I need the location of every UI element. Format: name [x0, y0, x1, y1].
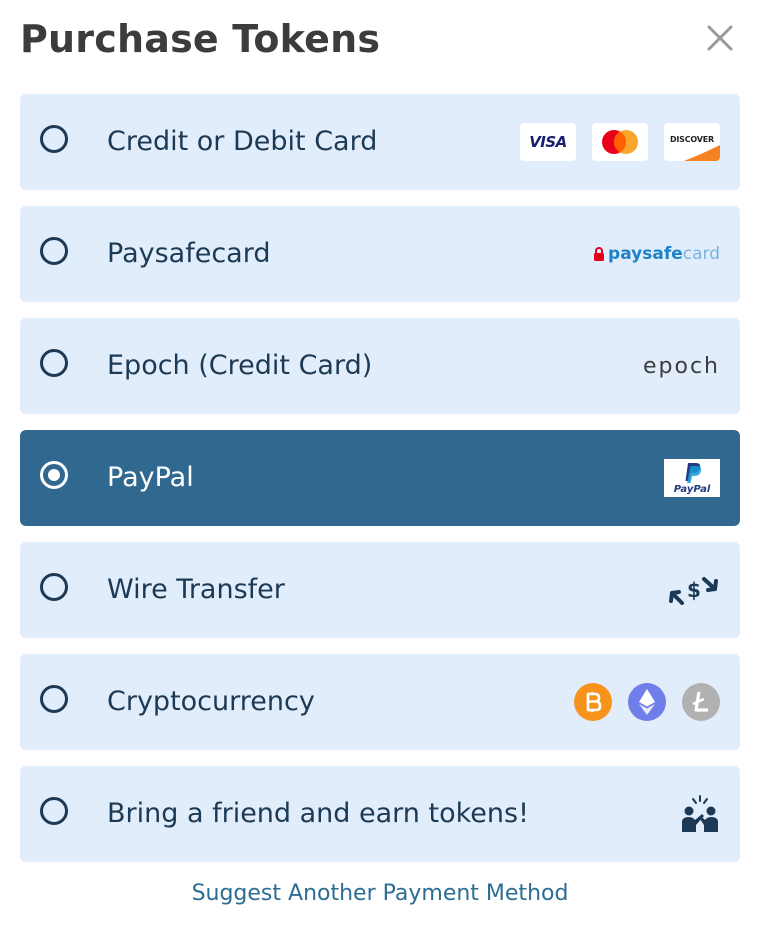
payment-option-label: Cryptocurrency	[107, 686, 315, 717]
dialog-title: Purchase Tokens	[20, 17, 381, 61]
radio-button[interactable]	[40, 573, 68, 601]
radio-button[interactable]	[40, 237, 68, 265]
payment-option-wire-transfer[interactable]: Wire Transfer $	[20, 542, 740, 638]
payment-option-label: Bring a friend and earn tokens!	[107, 798, 529, 829]
payment-logos: VISA DISCOVER	[520, 94, 720, 190]
payment-method-list: Credit or Debit Card VISA DISCOVER Paysa…	[20, 94, 740, 878]
paypal-logo-text: PayPal	[673, 484, 711, 495]
payment-option-label: Paysafecard	[107, 238, 271, 269]
epoch-logo: epoch	[643, 353, 720, 379]
payment-option-bring-a-friend[interactable]: Bring a friend and earn tokens!	[20, 766, 740, 862]
mastercard-circles-icon	[602, 130, 638, 154]
bitcoin-symbol-icon	[586, 692, 602, 712]
payment-logos	[574, 654, 720, 750]
visa-logo-text: VISA	[529, 133, 567, 151]
radio-button[interactable]	[40, 685, 68, 713]
payment-logos: PayPal	[664, 430, 720, 526]
payment-logos: paysafe card	[593, 206, 720, 302]
payment-option-paysafecard[interactable]: Paysafecard paysafe card	[20, 206, 740, 302]
referral-friends-icon	[682, 795, 718, 832]
payment-option-credit-card[interactable]: Credit or Debit Card VISA DISCOVER	[20, 94, 740, 190]
litecoin-icon	[682, 683, 720, 721]
payment-logos: epoch	[643, 318, 720, 414]
payment-logos	[680, 766, 720, 862]
radio-button[interactable]	[40, 797, 68, 825]
close-button[interactable]	[700, 18, 740, 58]
close-icon[interactable]	[700, 18, 740, 58]
padlock-icon	[594, 247, 605, 261]
litecoin-symbol-icon	[692, 691, 708, 712]
payment-option-cryptocurrency[interactable]: Cryptocurrency	[20, 654, 740, 750]
suggest-payment-method-link[interactable]: Suggest Another Payment Method	[0, 878, 760, 910]
ethereum-symbol-icon	[639, 689, 655, 715]
payment-option-label: Wire Transfer	[107, 574, 285, 605]
payment-option-epoch[interactable]: Epoch (Credit Card) epoch	[20, 318, 740, 414]
paysafecard-text-light: card	[682, 244, 720, 264]
discover-swoosh-icon	[684, 145, 720, 161]
visa-logo: VISA	[520, 123, 576, 161]
payment-option-label: Credit or Debit Card	[107, 126, 378, 157]
payment-option-paypal[interactable]: PayPal PayPal	[20, 430, 740, 526]
radio-button-selected[interactable]	[40, 461, 68, 489]
paysafecard-logo: paysafe card	[593, 244, 720, 264]
paysafecard-text-bold: paysafe	[608, 244, 683, 264]
ethereum-icon	[628, 683, 666, 721]
payment-option-label: PayPal	[107, 462, 194, 493]
payment-option-label: Epoch (Credit Card)	[107, 350, 373, 381]
radio-button[interactable]	[40, 349, 68, 377]
payment-logos: $	[668, 542, 720, 638]
mastercard-logo	[592, 123, 648, 161]
paypal-logo: PayPal	[664, 459, 720, 497]
radio-button[interactable]	[40, 125, 68, 153]
wire-transfer-icon: $	[669, 577, 718, 605]
svg-text:$: $	[687, 578, 701, 602]
discover-logo: DISCOVER	[664, 123, 720, 161]
bitcoin-icon	[574, 683, 612, 721]
